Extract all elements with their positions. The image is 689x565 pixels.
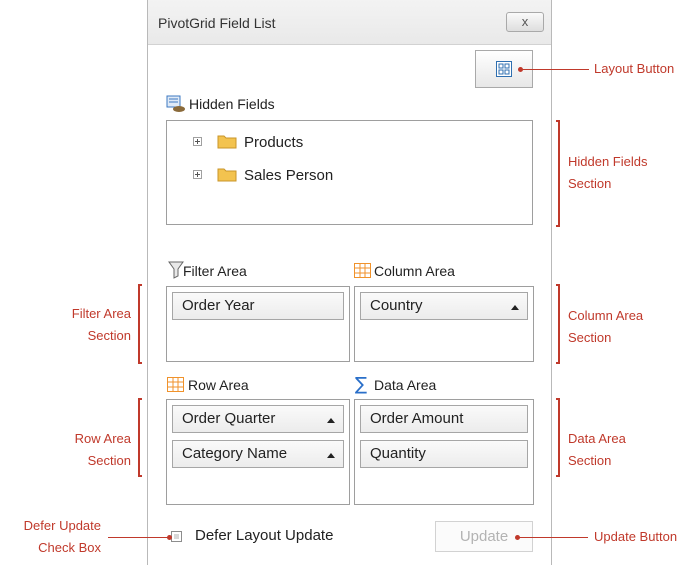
field-order-year[interactable]: Order Year xyxy=(172,292,344,320)
data-area-header: Data Area xyxy=(374,377,437,393)
hidden-fields-icon xyxy=(166,95,186,118)
folder-icon xyxy=(217,166,237,187)
expand-icon[interactable] xyxy=(193,137,202,146)
column-area-box[interactable]: Country xyxy=(354,286,534,362)
sigma-icon: ∑ xyxy=(355,374,368,395)
data-area-box[interactable]: Order Amount Quantity xyxy=(354,399,534,505)
callout-line: Section xyxy=(87,453,131,468)
column-area-header: Column Area xyxy=(374,263,455,279)
callout-bracket xyxy=(138,284,142,364)
callout-defer-update-check-box: Defer Update Check Box xyxy=(0,515,101,559)
callout-data-area-section: Data Area Section xyxy=(568,428,626,472)
title-bar[interactable]: PivotGrid Field List x xyxy=(148,0,551,45)
filter-area-box[interactable]: Order Year xyxy=(166,286,350,362)
callout-line: Filter Area xyxy=(71,306,131,321)
callout-line: Section xyxy=(568,176,612,191)
callout-line: Hidden Fields xyxy=(568,154,648,169)
window-title: PivotGrid Field List xyxy=(158,15,276,31)
callout-hidden-fields-section: Hidden Fields Section xyxy=(568,151,648,195)
field-label: Country xyxy=(370,297,423,314)
folder-icon xyxy=(217,133,237,154)
defer-layout-update-label: Defer Layout Update xyxy=(195,527,334,544)
callout-bracket xyxy=(556,284,560,364)
tree-item-label: Products xyxy=(244,134,304,151)
hidden-fields-list[interactable]: Products Sales Person xyxy=(166,120,533,225)
callout-update-button: Update Button xyxy=(594,529,678,544)
field-order-amount[interactable]: Order Amount xyxy=(360,405,528,433)
callout-bracket xyxy=(138,398,142,477)
tree-item-label: Sales Person xyxy=(244,167,334,184)
layout-grid-icon xyxy=(496,61,512,77)
close-button[interactable]: x xyxy=(506,12,544,32)
field-country[interactable]: Country xyxy=(360,292,528,320)
row-area-box[interactable]: Order Quarter Category Name xyxy=(166,399,350,505)
callout-leader xyxy=(518,537,588,538)
defer-layout-update-checkbox[interactable] xyxy=(171,531,182,542)
callout-leader xyxy=(521,69,589,70)
callout-line: Section xyxy=(568,453,612,468)
callout-line: Row Area xyxy=(74,431,131,446)
filter-area-header: Filter Area xyxy=(183,263,247,279)
callout-dot xyxy=(167,535,172,540)
row-grid-icon xyxy=(167,377,184,397)
callout-line: Defer Update xyxy=(23,518,101,533)
field-label: Order Quarter xyxy=(182,410,276,427)
field-quantity[interactable]: Quantity xyxy=(360,440,528,468)
callout-filter-area-section: Filter Area Section xyxy=(30,303,131,347)
callout-line: Check Box xyxy=(38,540,101,555)
callout-column-area-section: Column Area Section xyxy=(568,305,643,349)
callout-bracket xyxy=(556,398,560,477)
row-area-header: Row Area xyxy=(188,377,249,393)
callout-row-area-section: Row Area Section xyxy=(30,428,131,472)
callout-line: Section xyxy=(568,330,612,345)
sort-ascending-icon[interactable] xyxy=(327,418,335,423)
sort-ascending-icon[interactable] xyxy=(511,305,519,310)
callout-leader xyxy=(108,537,168,538)
callout-line: Data Area xyxy=(568,431,626,446)
sort-ascending-icon[interactable] xyxy=(327,453,335,458)
field-label: Category Name xyxy=(182,445,288,462)
callout-layout-button: Layout Button xyxy=(594,61,675,76)
funnel-icon xyxy=(168,261,184,284)
callout-line: Column Area xyxy=(568,308,644,323)
callout-line: Section xyxy=(87,328,131,343)
callout-bracket xyxy=(556,120,560,227)
pivot-field-list-panel: PivotGrid Field List x Hidden Fields Pro… xyxy=(147,0,552,565)
column-grid-icon xyxy=(354,263,371,283)
field-order-quarter[interactable]: Order Quarter xyxy=(172,405,344,433)
hidden-fields-header: Hidden Fields xyxy=(189,96,275,112)
expand-icon[interactable] xyxy=(193,170,202,179)
field-category-name[interactable]: Category Name xyxy=(172,440,344,468)
